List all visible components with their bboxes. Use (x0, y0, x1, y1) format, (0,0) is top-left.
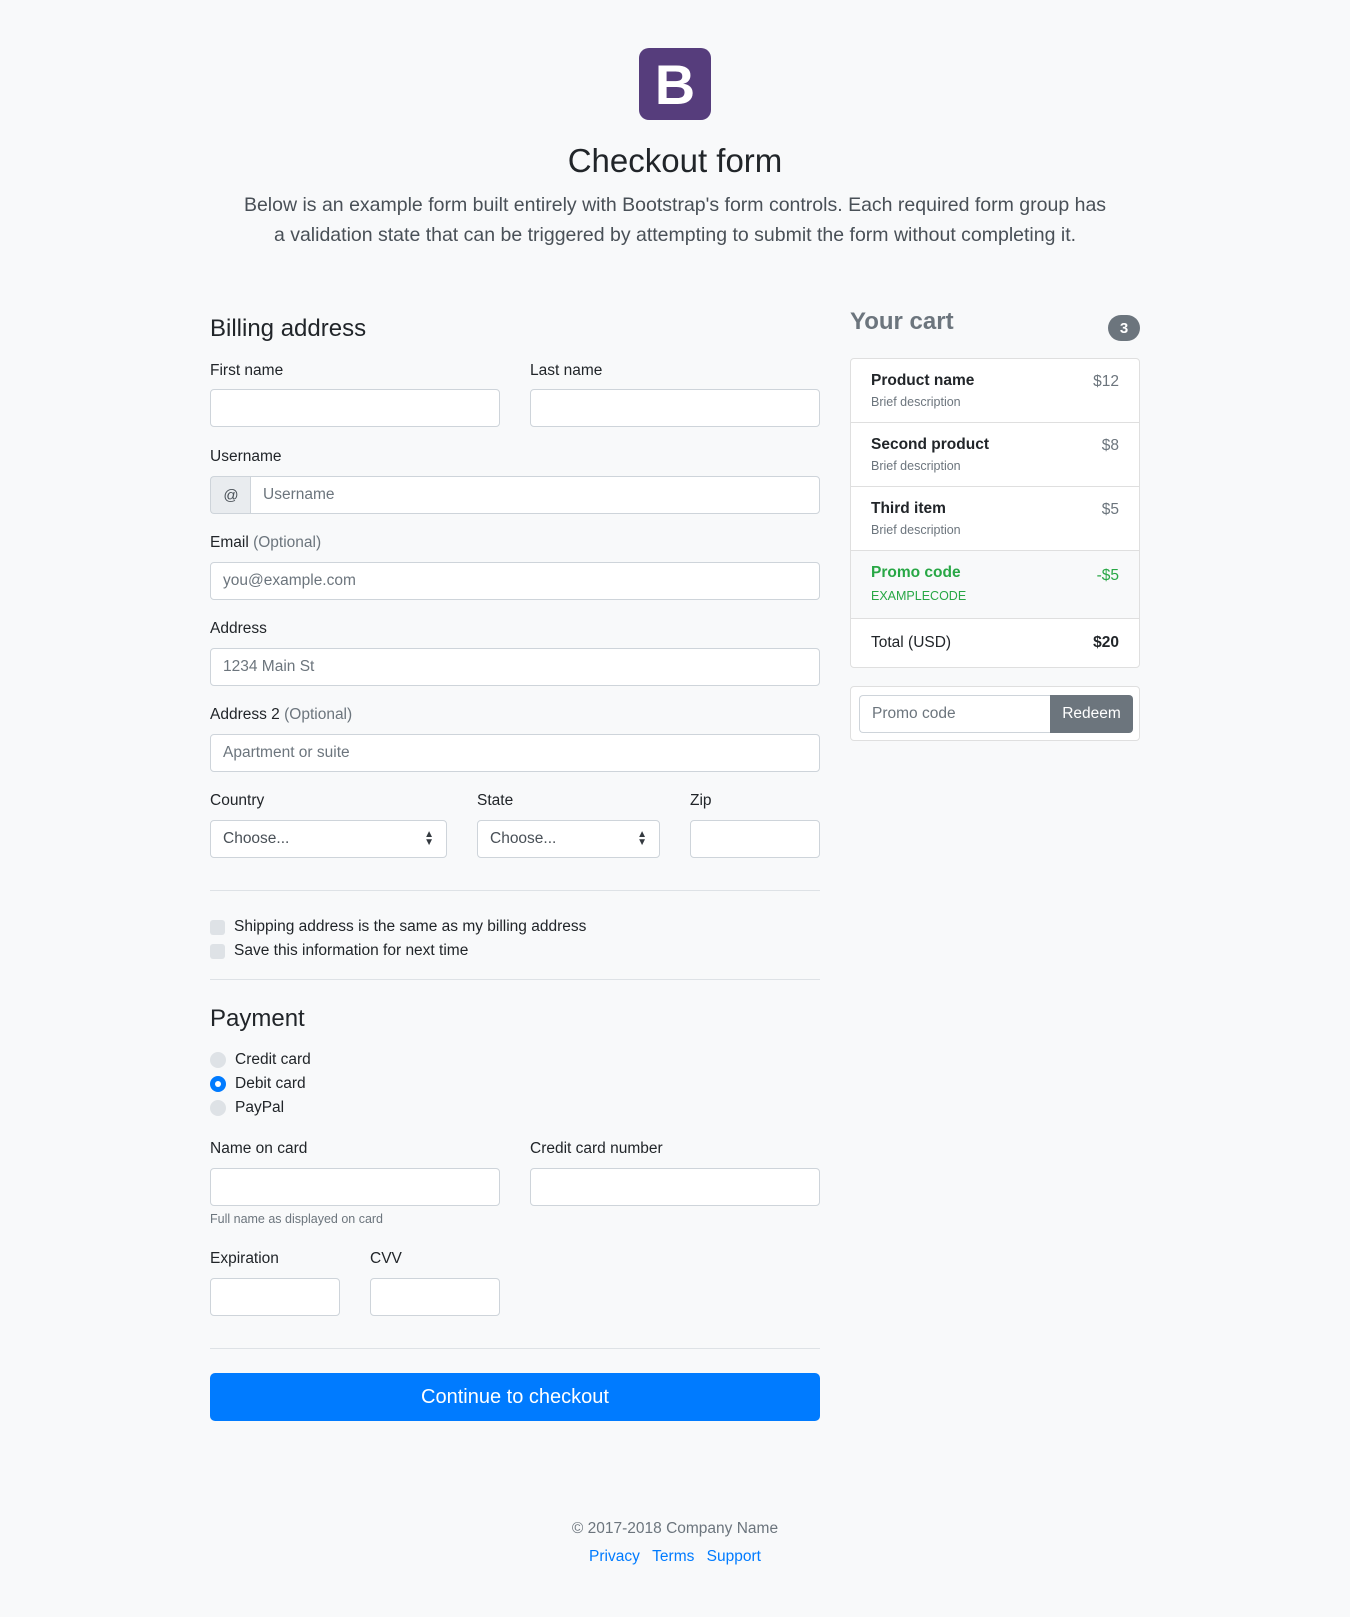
cart-list: Product name Brief description $12 Secon… (850, 358, 1140, 668)
paypal-label: PayPal (235, 1099, 285, 1116)
payment-title: Payment (210, 1005, 305, 1032)
save-info-label: Save this information for next time (234, 942, 469, 959)
card-number-input[interactable] (530, 1168, 820, 1206)
country-select[interactable]: Choose... ▲ ▼ (210, 820, 447, 858)
cart-item-desc: Brief description (871, 459, 961, 473)
name-on-card-input[interactable] (210, 1168, 500, 1206)
continue-to-checkout-button[interactable]: Continue to checkout (210, 1373, 820, 1421)
divider (210, 1348, 820, 1349)
email-label-text: Email (210, 534, 249, 551)
email-label: Email (Optional) (210, 534, 321, 552)
same-address-checkbox[interactable] (210, 919, 225, 935)
expiration-input[interactable] (210, 1278, 340, 1316)
payment-option-debit[interactable]: Debit card (210, 1075, 306, 1093)
zip-label: Zip (690, 792, 712, 809)
first-name-input[interactable] (210, 389, 500, 427)
name-on-card-label: Name on card (210, 1140, 308, 1157)
promo-code-input[interactable] (859, 695, 1050, 733)
save-info-checkbox[interactable] (210, 943, 225, 959)
payment-option-paypal[interactable]: PayPal (210, 1099, 284, 1117)
cart-title: Your cart (850, 308, 954, 335)
page: B Checkout form Below is an example form… (0, 0, 1350, 1617)
promo-code: EXAMPLECODE (871, 589, 967, 603)
credit-card-label: Credit card (235, 1051, 311, 1068)
address2-optional-text: (Optional) (284, 706, 353, 723)
same-address-checkbox-row[interactable]: Shipping address is the same as my billi… (210, 918, 586, 936)
state-label: State (477, 792, 514, 809)
at-sign-addon: @ (210, 476, 251, 514)
state-select[interactable]: Choose... ▲ ▼ (477, 820, 660, 858)
cart-item: Second product Brief description $8 (851, 423, 1139, 487)
footer-copyright: © 2017-2018 Company Name (571, 1520, 779, 1537)
address-input[interactable] (210, 648, 820, 686)
last-name-label: Last name (530, 362, 603, 379)
promo-code-form: Redeem (850, 686, 1140, 741)
card-number-label: Credit card number (530, 1140, 663, 1157)
page-title: Checkout form (567, 142, 783, 179)
footer-links: Privacy Terms Support (0, 1548, 1350, 1566)
footer-link-support[interactable]: Support (707, 1548, 761, 1565)
cart-item-price: $8 (1101, 437, 1119, 454)
username-input[interactable] (250, 476, 820, 514)
country-select-value: Choose... (223, 830, 290, 847)
redeem-button[interactable]: Redeem (1050, 695, 1133, 733)
select-caret-icon: ▲ ▼ (637, 829, 647, 848)
cart-total-row: Total (USD) $20 (851, 619, 1139, 667)
paypal-radio[interactable] (210, 1100, 226, 1116)
divider (210, 979, 820, 980)
payment-option-credit[interactable]: Credit card (210, 1051, 311, 1069)
email-input[interactable] (210, 562, 820, 600)
cart-promo-row: Promo code EXAMPLECODE -$5 (851, 551, 1139, 619)
cart-item-desc: Brief description (871, 395, 961, 409)
first-name-label: First name (210, 362, 284, 379)
cart-item: Third item Brief description $5 (851, 487, 1139, 551)
state-select-value: Choose... (490, 830, 557, 847)
billing-title: Billing address (210, 315, 367, 342)
cart-item-desc: Brief description (871, 523, 961, 537)
bootstrap-logo: B (639, 48, 711, 120)
cart-item-name: Product name (871, 372, 975, 389)
cart-item-price: $5 (1101, 501, 1119, 518)
country-label: Country (210, 792, 265, 809)
total-label: Total (USD) (871, 634, 952, 651)
cvv-input[interactable] (370, 1278, 500, 1316)
cart-item-price: $12 (1093, 373, 1119, 390)
name-on-card-help: Full name as displayed on card (210, 1212, 384, 1226)
footer-link-terms[interactable]: Terms (652, 1548, 694, 1565)
credit-card-radio[interactable] (210, 1052, 226, 1068)
cart-count-badge: 3 (1108, 315, 1140, 341)
cart-item: Product name Brief description $12 (851, 359, 1139, 423)
promo-name: Promo code (871, 564, 961, 581)
address-label: Address (210, 620, 267, 637)
cart-item-name: Second product (871, 436, 989, 453)
cvv-label: CVV (370, 1250, 402, 1267)
debit-card-label: Debit card (235, 1075, 306, 1092)
debit-card-radio[interactable] (210, 1076, 226, 1092)
email-optional-text: (Optional) (253, 534, 322, 551)
expiration-label: Expiration (210, 1250, 279, 1267)
address2-label: Address 2 (Optional) (210, 706, 352, 724)
select-caret-icon: ▲ ▼ (424, 829, 434, 848)
username-label: Username (210, 448, 282, 465)
divider (210, 890, 820, 891)
same-address-label: Shipping address is the same as my billi… (234, 918, 587, 935)
page-description: Below is an example form built entirely … (243, 194, 1107, 246)
save-info-checkbox-row[interactable]: Save this information for next time (210, 942, 468, 960)
address2-input[interactable] (210, 734, 820, 772)
footer-link-privacy[interactable]: Privacy (589, 1548, 640, 1565)
promo-amount: -$5 (1096, 567, 1119, 584)
cart-item-name: Third item (871, 500, 946, 517)
total-value: $20 (1093, 634, 1119, 651)
zip-input[interactable] (690, 820, 820, 858)
last-name-input[interactable] (530, 389, 820, 427)
address2-label-text: Address 2 (210, 706, 280, 723)
